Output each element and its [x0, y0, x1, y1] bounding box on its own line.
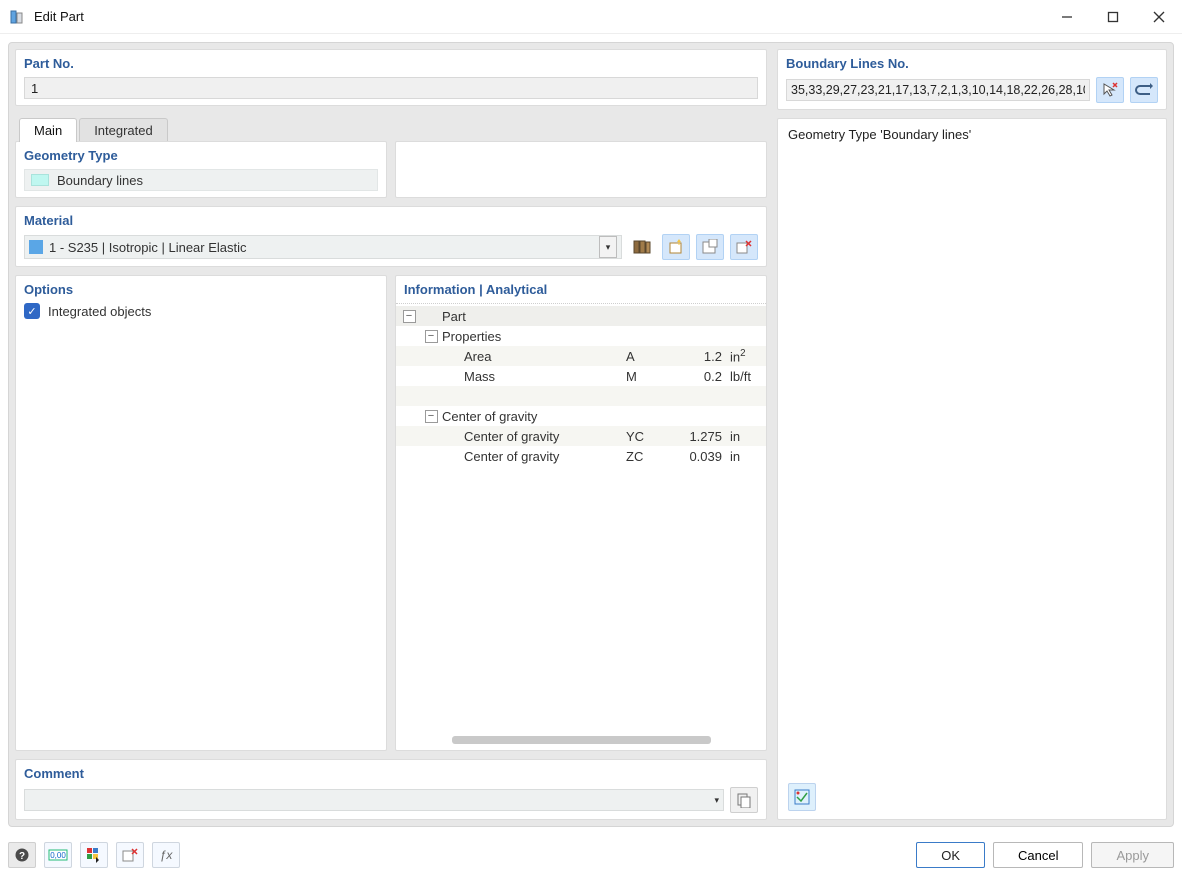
collapse-icon[interactable]: − — [403, 310, 416, 323]
app-icon — [8, 8, 26, 26]
tree-node-properties[interactable]: − Properties — [396, 326, 766, 346]
svg-text:0,00: 0,00 — [50, 851, 66, 860]
svg-text:ƒx: ƒx — [160, 848, 174, 862]
content-area: Part No. Main Integrated Geometry Type — [0, 34, 1182, 835]
maximize-button[interactable] — [1090, 0, 1136, 33]
cancel-button[interactable]: Cancel — [993, 842, 1083, 868]
tree-blank-row — [396, 386, 766, 406]
tree-row-cog-y: Center of gravity YC 1.275 in — [396, 426, 766, 446]
chevron-down-icon: ▾ — [599, 236, 617, 258]
information-title: Information | Analytical — [396, 282, 766, 297]
titlebar: Edit Part — [0, 0, 1182, 34]
comment-dropdown[interactable]: ▾ — [24, 789, 724, 811]
material-color-swatch — [29, 240, 43, 254]
information-panel: Information | Analytical − Part — [395, 275, 767, 751]
svg-text:?: ? — [19, 851, 25, 862]
tab-integrated[interactable]: Integrated — [79, 118, 168, 142]
integrated-objects-checkbox[interactable]: ✓ — [24, 303, 40, 319]
apply-button: Apply — [1091, 842, 1174, 868]
geometry-color-swatch — [31, 174, 49, 186]
boundary-lines-input[interactable] — [786, 79, 1090, 101]
horizontal-scrollbar[interactable] — [452, 736, 711, 744]
boundary-lines-label: Boundary Lines No. — [786, 56, 1158, 71]
comment-copy-button[interactable] — [730, 787, 758, 813]
boundary-lines-panel: Boundary Lines No. — [777, 49, 1167, 110]
select-button[interactable] — [116, 842, 144, 868]
geometry-type-text: Boundary lines — [57, 173, 143, 188]
information-tree: − Part − Properties — [396, 303, 766, 732]
comment-title: Comment — [24, 766, 758, 781]
preview-panel: Geometry Type 'Boundary lines' — [777, 118, 1167, 820]
comment-panel: Comment ▾ — [15, 759, 767, 820]
tree-row-cog-z: Center of gravity ZC 0.039 in — [396, 446, 766, 466]
tree-row-area: Area A 1.2 in2 — [396, 346, 766, 366]
minimize-button[interactable] — [1044, 0, 1090, 33]
material-panel: Material 1 - S235 | Isotropic | Linear E… — [15, 206, 767, 267]
color-legend-button[interactable] — [80, 842, 108, 868]
material-pick-button[interactable] — [730, 234, 758, 260]
window-controls — [1044, 0, 1182, 33]
dialog-footer: ? 0,00 ƒx OK Cancel Apply — [0, 835, 1182, 877]
empty-panel — [395, 141, 767, 198]
reverse-button[interactable] — [1130, 77, 1158, 103]
left-column: Part No. Main Integrated Geometry Type — [15, 49, 767, 820]
chevron-down-icon: ▾ — [714, 795, 719, 806]
edit-part-dialog: Edit Part Part No. Ma — [0, 0, 1182, 877]
units-button[interactable]: 0,00 — [44, 842, 72, 868]
collapse-icon[interactable]: − — [425, 330, 438, 343]
part-no-panel: Part No. — [15, 49, 767, 106]
material-selected-text: 1 - S235 | Isotropic | Linear Elastic — [49, 240, 247, 255]
material-library-button[interactable] — [628, 234, 656, 260]
material-dropdown[interactable]: 1 - S235 | Isotropic | Linear Elastic ▾ — [24, 235, 622, 259]
unit-area: in2 — [726, 348, 766, 364]
tabs: Main Integrated — [15, 114, 767, 142]
pick-in-model-button[interactable] — [1096, 77, 1124, 103]
right-column: Boundary Lines No. Geometry Type 'Bounda… — [777, 49, 1167, 820]
geometry-type-title: Geometry Type — [24, 148, 378, 163]
upper-grid: Part No. Main Integrated Geometry Type — [8, 42, 1174, 827]
part-no-input[interactable] — [24, 77, 758, 99]
tree-row-mass: Mass M 0.2 lb/ft — [396, 366, 766, 386]
options-title: Options — [24, 282, 378, 297]
collapse-icon[interactable]: − — [425, 410, 438, 423]
preview-text: Geometry Type 'Boundary lines' — [788, 127, 1156, 142]
close-button[interactable] — [1136, 0, 1182, 33]
material-edit-button[interactable] — [696, 234, 724, 260]
help-button[interactable]: ? — [8, 842, 36, 868]
tree-node-part[interactable]: − Part — [396, 306, 766, 326]
material-new-button[interactable] — [662, 234, 690, 260]
preview-toggle-button[interactable] — [788, 783, 816, 811]
geometry-type-value: Boundary lines — [24, 169, 378, 191]
material-title: Material — [24, 213, 758, 228]
geometry-type-panel: Geometry Type Boundary lines — [15, 141, 387, 198]
window-title: Edit Part — [34, 9, 1044, 24]
integrated-objects-label: Integrated objects — [48, 304, 151, 319]
options-panel: Options ✓ Integrated objects — [15, 275, 387, 751]
ok-button[interactable]: OK — [916, 842, 985, 868]
function-button[interactable]: ƒx — [152, 842, 180, 868]
tab-main[interactable]: Main — [19, 118, 77, 142]
part-no-label: Part No. — [24, 56, 758, 71]
tree-node-cog[interactable]: − Center of gravity — [396, 406, 766, 426]
